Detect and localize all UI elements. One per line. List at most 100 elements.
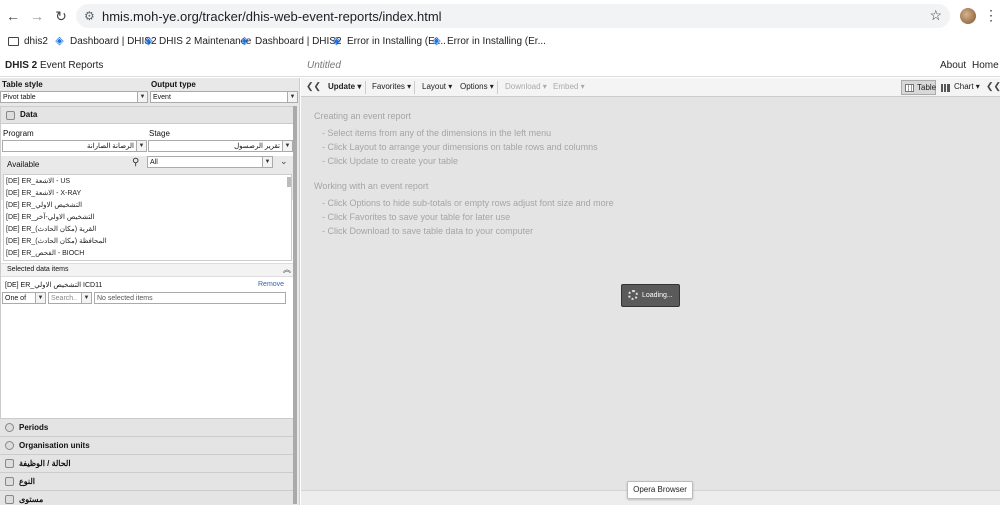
available-filter-select[interactable]: All ▼ xyxy=(147,156,273,168)
list-item[interactable]: [DE] ER_القرية (مكان الحادث) xyxy=(6,225,96,233)
dhis-icon: ◈ xyxy=(144,34,153,47)
back-icon[interactable]: ← xyxy=(5,8,21,24)
help-item: - Select items from any of the dimension… xyxy=(322,128,552,138)
collapse-left-icon[interactable]: ❮❮ xyxy=(306,81,321,92)
address-bar[interactable]: ⚙ hmis.moh-ye.org/tracker/dhis-web-event… xyxy=(76,4,950,28)
embed-button[interactable]: Embed ▾ xyxy=(553,82,585,91)
url-text: hmis.moh-ye.org/tracker/dhis-web-event-r… xyxy=(102,9,442,24)
dimension-section-1[interactable]: الحالة / الوظيفة xyxy=(0,454,296,472)
list-item[interactable]: [DE] ER_المحافظة (مكان الحادث) xyxy=(6,237,107,245)
opera-browser-badge[interactable]: Opera Browser xyxy=(627,481,693,499)
dimension-section-3[interactable]: مستوى xyxy=(0,490,296,505)
program-select[interactable]: الرصانة الصارانة ▼ xyxy=(2,140,147,152)
operator-select[interactable]: One of ▼ xyxy=(2,292,46,304)
dimension-icon xyxy=(5,477,14,486)
remove-button[interactable]: Remove xyxy=(258,281,284,288)
chevron-down-icon: ▼ xyxy=(137,92,147,102)
left-panel: Table style Pivot table ▼ Output type Eve… xyxy=(0,78,300,505)
data-icon xyxy=(6,111,15,120)
expand-chevron-icon[interactable]: ⌄ xyxy=(280,156,288,167)
bookmark-dashboard-2[interactable]: ◈ Dashboard | DHIS2 xyxy=(239,32,341,50)
browser-chrome: ← → ↻ ⚙ hmis.moh-ye.org/tracker/dhis-web… xyxy=(0,0,1000,56)
layout-button[interactable]: Layout ▾ xyxy=(422,82,452,91)
chevron-down-icon: ▼ xyxy=(35,293,45,303)
loading-indicator: Loading... xyxy=(621,284,680,307)
table-icon xyxy=(905,84,914,92)
options-button[interactable]: Options ▾ xyxy=(460,82,494,91)
help-heading-work: Working with an event report xyxy=(314,181,429,191)
table-view-button[interactable]: Table xyxy=(901,80,936,95)
search-icon[interactable]: ⚲ xyxy=(132,157,139,168)
bookmark-star-icon[interactable]: ☆ xyxy=(929,7,942,24)
bookmarks-bar: dhis2 ◈ Dashboard | DHIS2 ◈ DHIS 2 Mainten… xyxy=(0,32,1000,50)
list-item[interactable]: [DE] ER_التشخيص الاولي xyxy=(6,201,82,209)
dhis-icon: ◈ xyxy=(332,34,341,47)
toolbar-divider xyxy=(497,81,498,94)
stage-select[interactable]: تقرير الرصسول ▼ xyxy=(148,140,293,152)
table-style-select[interactable]: Pivot table ▼ xyxy=(0,91,148,103)
reload-icon[interactable]: ↻ xyxy=(53,8,69,24)
selected-item: [DE] ER_التشخيص الاولي ICD11 xyxy=(5,282,103,289)
output-type-label: Output type xyxy=(151,80,196,89)
browser-menu-icon[interactable]: ⋮ xyxy=(984,7,998,24)
dhis-icon: ◈ xyxy=(55,34,64,47)
list-item[interactable]: [DE] ER_الاشعة - X-RAY xyxy=(6,189,81,197)
about-link[interactable]: About xyxy=(940,60,966,71)
periods-section[interactable]: Periods xyxy=(0,418,296,436)
collapse-up-icon[interactable]: ︽ xyxy=(283,264,291,275)
profile-avatar[interactable] xyxy=(960,8,976,24)
help-item: - Click Download to save table data to y… xyxy=(322,226,534,236)
bookmark-error-1[interactable]: ◈ Error in Installing (Er... xyxy=(331,32,446,50)
report-title: Untitled xyxy=(307,60,341,71)
table-style-label: Table style xyxy=(2,80,43,89)
app-title: DHIS 2 Event Reports xyxy=(5,60,104,71)
chevron-down-icon: ▼ xyxy=(81,293,91,303)
home-link[interactable]: Home xyxy=(972,60,999,71)
bookmark-dhis2[interactable]: dhis2 xyxy=(8,32,48,50)
collapse-right-icon[interactable]: ❮❮ xyxy=(986,81,1000,92)
dimension-icon xyxy=(5,495,14,504)
list-item[interactable]: [DE] ER_الفحص - BIOCH xyxy=(6,249,84,257)
chart-icon xyxy=(941,84,950,92)
bookmark-dashboard[interactable]: ◈ Dashboard | DHIS2 xyxy=(54,32,156,50)
report-area: ❮❮ Update ▾ Favorites ▾ Layout ▾ Options… xyxy=(301,78,1000,505)
list-scrollbar[interactable] xyxy=(287,177,291,187)
chevron-down-icon: ▼ xyxy=(287,92,297,102)
bookmark-error-2[interactable]: ◈ Error in Installing (Er... xyxy=(431,32,546,50)
list-item[interactable]: [DE] ER_التشخيص الاولي-آخر xyxy=(6,213,95,221)
toolbar: ❮❮ Update ▾ Favorites ▾ Layout ▾ Options… xyxy=(301,78,1000,97)
chevron-down-icon: ▼ xyxy=(136,141,146,151)
dhis-icon: ◈ xyxy=(432,34,441,47)
folder-icon xyxy=(8,36,19,46)
toolbar-divider xyxy=(414,81,415,94)
dimension-section-2[interactable]: النوع xyxy=(0,472,296,490)
help-item: - Click Update to create your table xyxy=(322,156,459,166)
forward-icon[interactable]: → xyxy=(29,8,45,24)
help-item: - Click Options to hide sub-totals or em… xyxy=(322,198,614,208)
toolbar-divider xyxy=(365,81,366,94)
chart-view-button[interactable]: Chart ▾ xyxy=(954,82,980,91)
selected-items-header: Selected data items ︽ xyxy=(1,263,297,277)
output-type-select[interactable]: Event ▼ xyxy=(150,91,298,103)
app-header: DHIS 2 Event Reports Untitled About Home xyxy=(0,56,1000,77)
bookmark-maintenance[interactable]: ◈ DHIS 2 Maintenance xyxy=(143,32,251,50)
spinner-icon xyxy=(628,290,638,300)
program-label: Program xyxy=(3,129,34,138)
left-panel-scrollbar[interactable] xyxy=(293,106,297,504)
available-list[interactable]: [DE] ER_الاشعة - US [DE] ER_الاشعة - X-R… xyxy=(3,174,292,261)
filter-search-input[interactable]: Search.. ▼ xyxy=(48,292,92,304)
chevron-down-icon: ▼ xyxy=(262,157,272,167)
data-section-header[interactable]: Data xyxy=(1,107,297,124)
favorites-menu[interactable]: Favorites ▾ xyxy=(372,82,411,91)
dimension-icon xyxy=(5,459,14,468)
filter-values-field[interactable]: No selected items xyxy=(94,292,286,304)
site-info-icon[interactable]: ⚙ xyxy=(84,9,95,23)
download-button[interactable]: Download ▾ xyxy=(505,82,547,91)
list-item[interactable]: [DE] ER_الاشعة - US xyxy=(6,177,70,185)
stage-label: Stage xyxy=(149,129,170,138)
org-units-section[interactable]: Organisation units xyxy=(0,436,296,454)
available-label: Available xyxy=(7,160,40,169)
update-button[interactable]: Update ▾ xyxy=(328,82,361,91)
help-item: - Click Layout to arrange your dimension… xyxy=(322,142,598,152)
help-heading-create: Creating an event report xyxy=(314,111,412,121)
